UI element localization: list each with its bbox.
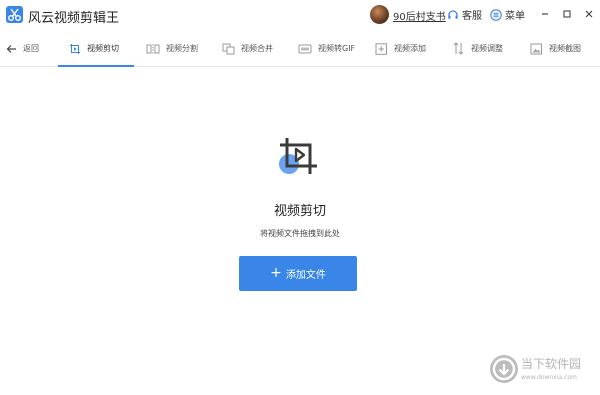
video-cut-icon — [277, 136, 323, 176]
watermark-logo-icon — [490, 355, 518, 383]
scissors-icon — [6, 6, 23, 23]
tab-label: 视频合并 — [241, 44, 273, 53]
tab-video-screenshot[interactable]: 视频截图 — [530, 30, 581, 67]
customer-service-button[interactable]: 客服 — [447, 7, 482, 22]
close-icon — [585, 10, 593, 18]
app-title: 风云视频剪辑王 — [28, 11, 120, 26]
title-bar: 风云视频剪辑王 90后村支书 客服 菜单 — [0, 0, 600, 30]
watermark: 当下软件园 www.downxia.com — [490, 355, 594, 387]
add-file-label: 添加文件 — [285, 270, 326, 281]
tab-video-merge[interactable]: 视频合并 — [222, 30, 273, 67]
minimize-icon — [542, 13, 548, 15]
close-button[interactable] — [582, 7, 596, 21]
video-cut-icon — [70, 43, 80, 54]
menu-icon — [490, 8, 502, 21]
add-file-button[interactable]: + 添加文件 — [239, 256, 357, 291]
active-tab-indicator — [58, 65, 134, 67]
back-button[interactable]: 返回 — [6, 30, 39, 67]
minimize-button[interactable] — [538, 7, 552, 21]
tab-video-split[interactable]: 视频分割 — [146, 30, 198, 67]
video-split-icon — [146, 43, 160, 54]
arrow-left-icon — [6, 44, 16, 53]
customer-service-label: 客服 — [462, 11, 482, 22]
drop-hint: 将视频文件拖拽到此处 — [260, 229, 340, 238]
back-label: 返回 — [23, 44, 39, 53]
drop-zone[interactable]: 视频剪切 将视频文件拖拽到此处 + 添加文件 — [0, 68, 600, 395]
tab-video-adjust[interactable]: 视频调整 — [452, 30, 503, 67]
tab-video-cut[interactable]: 视频剪切 — [69, 30, 119, 67]
maximize-icon — [563, 10, 571, 18]
video-gif-icon — [298, 44, 312, 53]
plus-icon: + — [270, 265, 282, 281]
tab-video-gif[interactable]: 视频转GIF — [298, 30, 355, 67]
video-screenshot-icon — [530, 43, 542, 54]
tab-label: 视频添加 — [394, 44, 426, 53]
video-add-icon — [375, 42, 387, 55]
tab-label: 视频剪切 — [87, 44, 119, 53]
user-name-link[interactable]: 90后村支书 — [393, 8, 446, 23]
tab-label: 视频截图 — [549, 44, 581, 53]
menu-label: 菜单 — [505, 11, 525, 22]
maximize-button[interactable] — [560, 7, 574, 21]
tab-label: 视频分割 — [166, 44, 198, 53]
video-merge-icon — [222, 43, 235, 54]
tab-label: 视频转GIF — [318, 44, 356, 53]
tab-video-add[interactable]: 视频添加 — [375, 30, 426, 67]
headset-icon — [448, 9, 458, 19]
tab-label: 视频调整 — [471, 44, 503, 53]
avatar[interactable] — [370, 5, 389, 24]
page-title: 视频剪切 — [273, 204, 326, 219]
watermark-url: www.downxia.com — [521, 374, 577, 381]
menu-button[interactable]: 菜单 — [490, 7, 525, 22]
feature-toolbar: 返回 视频剪切 视频分割 视频合并 视频转GIF 视频添加 视频调整 视频截图 — [0, 30, 600, 67]
video-adjust-icon — [453, 42, 464, 55]
watermark-text: 当下软件园 — [521, 357, 582, 371]
